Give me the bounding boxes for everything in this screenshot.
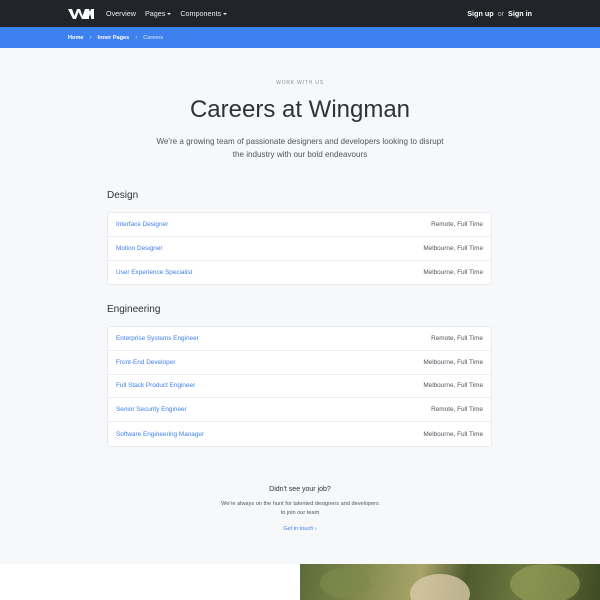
job-link[interactable]: Motion Designer <box>116 245 163 252</box>
job-link[interactable]: Interface Designer <box>116 221 168 228</box>
breadcrumb-bar: Home › Inner Pages › Careers <box>0 27 600 48</box>
cta-text: We're always on the hunt for talented de… <box>221 501 379 516</box>
job-link[interactable]: Front-End Developer <box>116 359 175 366</box>
nav-overview-label: Overview <box>106 9 136 18</box>
nav-overview[interactable]: Overview <box>106 9 136 18</box>
page-title: Careers at Wingman <box>189 96 411 123</box>
breadcrumb-current: Careers <box>143 34 164 41</box>
job-meta: Remote, Full Time <box>431 220 483 228</box>
cta-question: Didn't see your job? <box>269 486 331 493</box>
wingman-logo[interactable] <box>68 8 94 20</box>
job-link[interactable]: Senior Security Engineer <box>116 406 187 413</box>
caret-down-icon <box>223 12 228 15</box>
nav-pages-dropdown[interactable]: Pages <box>144 9 172 18</box>
job-row: Senior Security Engineer Remote, Full Ti… <box>108 398 491 423</box>
team-photo <box>300 564 600 600</box>
breadcrumb: Home › Inner Pages › Careers <box>68 35 163 41</box>
job-row: User Experience Specialist Melbourne, Fu… <box>108 261 491 285</box>
job-meta: Melbourne, Full Time <box>423 244 483 252</box>
job-row: Software Engineering Manager Melbourne, … <box>108 422 491 446</box>
hero-lead: We're a growing team of passionate desig… <box>156 137 444 159</box>
engineering-jobs-list: Enterprise Systems Engineer Remote, Full… <box>107 326 492 447</box>
job-row: Full Stack Product Engineer Melbourne, F… <box>108 375 491 399</box>
job-meta: Melbourne, Full Time <box>423 358 483 366</box>
get-in-touch-link[interactable]: Get in touch › <box>0 526 600 532</box>
job-meta: Remote, Full Time <box>431 334 483 342</box>
job-meta: Melbourne, Full Time <box>423 430 483 438</box>
job-meta: Melbourne, Full Time <box>423 268 483 276</box>
auth-links: Sign up or Sign in <box>467 0 532 27</box>
job-meta: Remote, Full Time <box>431 406 483 414</box>
chevron-right-icon: › <box>135 34 138 41</box>
footer-white-panel <box>0 564 300 600</box>
job-link[interactable]: User Experience Specialist <box>116 269 192 276</box>
caret-down-icon <box>167 12 172 15</box>
job-link[interactable]: Software Engineering Manager <box>116 431 204 438</box>
breadcrumb-inner-pages[interactable]: Inner Pages <box>98 35 130 41</box>
nav-components-dropdown[interactable]: Components <box>180 9 228 18</box>
breadcrumb-home[interactable]: Home <box>68 35 84 41</box>
section-title-engineering: Engineering <box>107 304 161 315</box>
main-nav: Overview Pages Components <box>106 0 228 27</box>
job-row: Motion Designer Melbourne, Full Time <box>108 237 491 261</box>
nav-components-label: Components <box>180 9 222 18</box>
chevron-right-icon: › <box>89 34 92 41</box>
job-row: Enterprise Systems Engineer Remote, Full… <box>108 327 491 351</box>
section-title-design: Design <box>107 190 139 201</box>
job-row: Interface Designer Remote, Full Time <box>108 213 491 237</box>
nav-pages-label: Pages <box>144 9 166 18</box>
auth-or-text: or <box>497 9 505 18</box>
signin-link[interactable]: Sign in <box>508 9 532 18</box>
hero-eyebrow: WORK WITH US <box>276 80 324 86</box>
design-jobs-list: Interface Designer Remote, Full Time Mot… <box>107 212 492 286</box>
job-row: Front-End Developer Melbourne, Full Time <box>108 351 491 375</box>
signup-link[interactable]: Sign up <box>467 9 493 18</box>
job-meta: Melbourne, Full Time <box>423 382 483 390</box>
job-link[interactable]: Full Stack Product Engineer <box>116 382 195 389</box>
top-navbar: Overview Pages Components Sign up or Sig… <box>0 0 600 27</box>
job-link[interactable]: Enterprise Systems Engineer <box>116 335 199 342</box>
